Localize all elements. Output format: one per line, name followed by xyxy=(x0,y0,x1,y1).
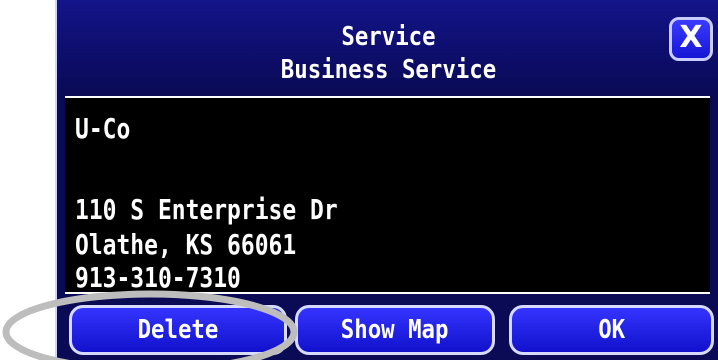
dialog-title: Service xyxy=(341,22,436,52)
delete-button-label: Delete xyxy=(137,315,219,345)
show-map-button[interactable]: Show Map xyxy=(295,305,495,355)
dialog-header: Service Business Service xyxy=(57,0,718,96)
location-details: U-Co 110 S Enterprise Dr Olathe, KS 6606… xyxy=(65,96,710,294)
business-name: U-Co xyxy=(75,112,131,145)
ok-button[interactable]: OK xyxy=(509,305,714,355)
ok-button-label: OK xyxy=(598,315,625,345)
device-screen: Service Business Service X U-Co 110 S En… xyxy=(55,0,718,360)
address-line-2: Olathe, KS 66061 xyxy=(75,228,297,261)
dialog-subtitle: Business Service xyxy=(280,55,497,85)
close-button[interactable]: X xyxy=(669,17,713,61)
address-line-1: 110 S Enterprise Dr xyxy=(75,193,338,226)
show-map-button-label: Show Map xyxy=(341,315,449,345)
phone-number: 913-310-7310 xyxy=(75,261,241,294)
close-icon: X xyxy=(679,20,703,55)
delete-button[interactable]: Delete xyxy=(69,305,287,355)
